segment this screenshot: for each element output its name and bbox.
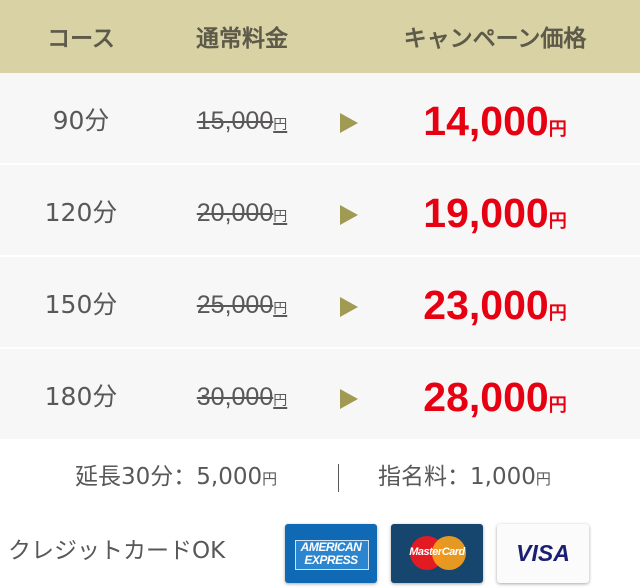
nomination-fee: 指名料：1,000円	[378, 464, 551, 490]
course-duration: 180分	[44, 382, 118, 411]
regular-price: 30,000円	[196, 383, 288, 411]
arrow-right-icon	[340, 113, 358, 133]
course-duration: 150分	[44, 290, 118, 319]
amex-card-icon: AMERICAN EXPRESS	[285, 524, 377, 583]
credit-card-label: クレジットカードOK	[8, 538, 226, 564]
visa-card-icon: VISA	[497, 524, 589, 583]
header-campaign-price: キャンペーン価格	[403, 26, 587, 52]
arrow-right-icon	[340, 297, 358, 317]
price-table-header: コース 通常料金 キャンペーン価格	[0, 0, 640, 73]
campaign-price: 14,000円	[423, 98, 567, 144]
price-row: 120分 20,000円 19,000円	[0, 165, 640, 255]
header-course: コース	[47, 26, 115, 52]
arrow-right-icon	[340, 389, 358, 409]
arrow-right-icon	[340, 205, 358, 225]
course-duration: 90分	[52, 106, 110, 135]
regular-price: 15,000円	[196, 107, 288, 135]
price-row: 150分 25,000円 23,000円	[0, 257, 640, 347]
price-row: 180分 30,000円 28,000円	[0, 349, 640, 439]
campaign-price: 19,000円	[423, 190, 567, 236]
divider	[338, 464, 339, 492]
campaign-price: 23,000円	[423, 282, 567, 328]
header-regular-price: 通常料金	[196, 26, 288, 52]
extension-fee: 延長30分：5,000円	[75, 464, 278, 490]
campaign-price: 28,000円	[423, 374, 567, 420]
mastercard-card-icon: MasterCard	[391, 524, 483, 583]
regular-price: 25,000円	[196, 291, 288, 319]
price-row: 90分 15,000円 14,000円	[0, 73, 640, 163]
course-duration: 120分	[44, 198, 118, 227]
regular-price: 20,000円	[196, 199, 288, 227]
